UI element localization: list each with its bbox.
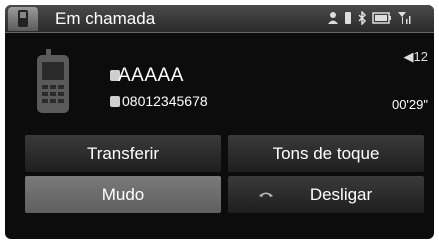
ringtones-label: Tons de toque bbox=[272, 143, 380, 163]
header-bar: Em chamada bbox=[5, 5, 434, 33]
number-icon bbox=[110, 96, 120, 107]
caller-number: 08012345678 bbox=[122, 93, 208, 109]
battery-icon bbox=[372, 12, 391, 24]
mobile-phone-icon bbox=[37, 49, 69, 113]
caller-name: AAAAA bbox=[118, 65, 184, 86]
call-screen: Em chamada AAAAA 08012345678 ◀12 00'29" … bbox=[5, 5, 434, 239]
volume-indicator: ◀12 bbox=[404, 49, 428, 65]
hang-up-icon bbox=[259, 192, 273, 197]
transfer-button[interactable]: Transferir bbox=[25, 135, 221, 172]
page-title: Em chamada bbox=[55, 9, 156, 28]
ringtones-button[interactable]: Tons de toque bbox=[228, 135, 424, 172]
mute-button[interactable]: Mudo bbox=[25, 176, 221, 213]
volume-icon: ◀ bbox=[403, 49, 414, 64]
volume-level: 12 bbox=[413, 49, 428, 64]
user-icon bbox=[328, 12, 338, 24]
signal-icon bbox=[398, 12, 411, 24]
phone-small-icon bbox=[345, 12, 351, 24]
mute-label: Mudo bbox=[101, 184, 145, 204]
phone-tab-icon[interactable] bbox=[8, 7, 38, 31]
transfer-label: Transferir bbox=[86, 143, 160, 163]
status-icons bbox=[327, 10, 413, 26]
hangup-label: Desligar bbox=[309, 184, 373, 204]
bluetooth-icon bbox=[358, 11, 367, 25]
call-timer: 00'29" bbox=[391, 97, 428, 112]
hangup-button[interactable]: Desligar bbox=[228, 176, 424, 213]
